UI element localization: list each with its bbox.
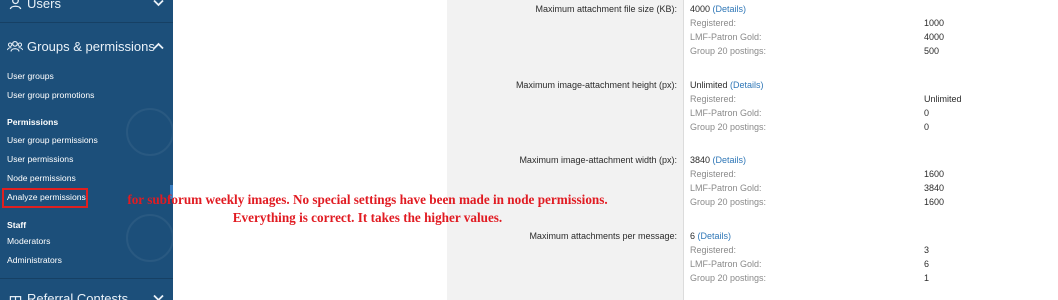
- group-value: 1600: [924, 197, 945, 207]
- permission-value: 3840 (Details): [690, 155, 746, 165]
- red-highlight-box: [2, 188, 88, 208]
- group-value: 1600: [924, 169, 945, 179]
- sidebar-item-user-groups[interactable]: User groups: [7, 71, 54, 81]
- group-name: Group 20 postings:: [690, 122, 767, 132]
- permission-value: 4000 (Details): [690, 4, 746, 14]
- group-name: Registered:: [690, 245, 737, 255]
- permission-label: Maximum image-attachment width (px):: [519, 155, 677, 165]
- permission-value: Unlimited (Details): [690, 80, 764, 90]
- group-name: Group 20 postings:: [690, 46, 767, 56]
- sidebar-category-permissions: Permissions: [7, 117, 59, 127]
- group-value: 1000: [924, 18, 945, 28]
- permission-value-text: Unlimited: [690, 80, 728, 90]
- permission-value-text: 3840: [690, 155, 711, 165]
- group-value: 500: [924, 46, 940, 56]
- admin-sidebar: Users Groups & permissions User groups U…: [0, 0, 173, 300]
- permission-values-column: [684, 0, 1058, 300]
- sidebar-section-referral-contests[interactable]: Referral Contests: [0, 285, 173, 300]
- permission-label: Maximum attachment file size (KB):: [535, 4, 677, 14]
- sidebar-section-label: Users: [27, 0, 61, 11]
- sidebar-section-label: Groups & permissions: [27, 38, 155, 54]
- sidebar-section-groups-permissions[interactable]: Groups & permissions: [0, 33, 173, 59]
- details-link[interactable]: (Details): [730, 80, 764, 90]
- sidebar-item-administrators[interactable]: Administrators: [7, 255, 62, 265]
- group-value: 6: [924, 259, 930, 269]
- chevron-up-icon[interactable]: [151, 39, 165, 53]
- details-link[interactable]: (Details): [713, 155, 747, 165]
- sidebar-item-user-permissions[interactable]: User permissions: [7, 154, 73, 164]
- group-name: LMF-Patron Gold:: [690, 259, 762, 269]
- group-value: 4000: [924, 32, 945, 42]
- group-name: LMF-Patron Gold:: [690, 108, 762, 118]
- group-name: LMF-Patron Gold:: [690, 32, 762, 42]
- group-name: Registered:: [690, 18, 737, 28]
- group-value: Unlimited: [924, 94, 962, 104]
- user-icon: [7, 0, 23, 11]
- sidebar-item-node-permissions[interactable]: Node permissions: [7, 173, 76, 183]
- permission-value-text: 6: [690, 231, 696, 241]
- group-value: 3: [924, 245, 930, 255]
- group-name: Registered:: [690, 169, 737, 179]
- sidebar-section-label: Referral Contests: [27, 290, 129, 300]
- group-name: LMF-Patron Gold:: [690, 183, 762, 193]
- annotation-line-1: for subforum weekly images. No special s…: [127, 192, 608, 207]
- sidebar-item-moderators[interactable]: Moderators: [7, 236, 50, 246]
- details-link[interactable]: (Details): [713, 4, 747, 14]
- annotation-line-2: Everything is correct. It takes the high…: [232, 210, 503, 225]
- group-value: 0: [924, 108, 930, 118]
- permission-value-text: 4000: [690, 4, 711, 14]
- sidebar-category-staff: Staff: [7, 220, 27, 230]
- divider: [0, 22, 173, 23]
- permission-value: 6 (Details): [690, 231, 731, 241]
- group-name: Group 20 postings:: [690, 197, 767, 207]
- users-group-icon: [7, 38, 23, 54]
- sidebar-section-users[interactable]: Users: [0, 0, 173, 16]
- permission-labels-column: [447, 0, 683, 300]
- group-value: 3840: [924, 183, 945, 193]
- group-name: Registered:: [690, 94, 737, 104]
- sidebar-item-user-group-permissions[interactable]: User group permissions: [7, 135, 98, 145]
- details-link[interactable]: (Details): [698, 231, 732, 241]
- group-name: Group 20 postings:: [690, 273, 767, 283]
- chevron-down-icon[interactable]: [151, 0, 165, 10]
- permission-label: Maximum image-attachment height (px):: [515, 80, 677, 90]
- group-value: 0: [924, 122, 930, 132]
- content-gutter: [173, 0, 447, 300]
- watermark-shape: [126, 108, 173, 156]
- chevron-down-icon[interactable]: [151, 291, 165, 300]
- divider: [0, 278, 173, 279]
- sidebar-item-user-group-promotions[interactable]: User group promotions: [7, 90, 94, 100]
- permission-label: Maximum attachments per message:: [529, 231, 677, 241]
- group-value: 1: [924, 273, 930, 283]
- gift-icon: [7, 290, 23, 300]
